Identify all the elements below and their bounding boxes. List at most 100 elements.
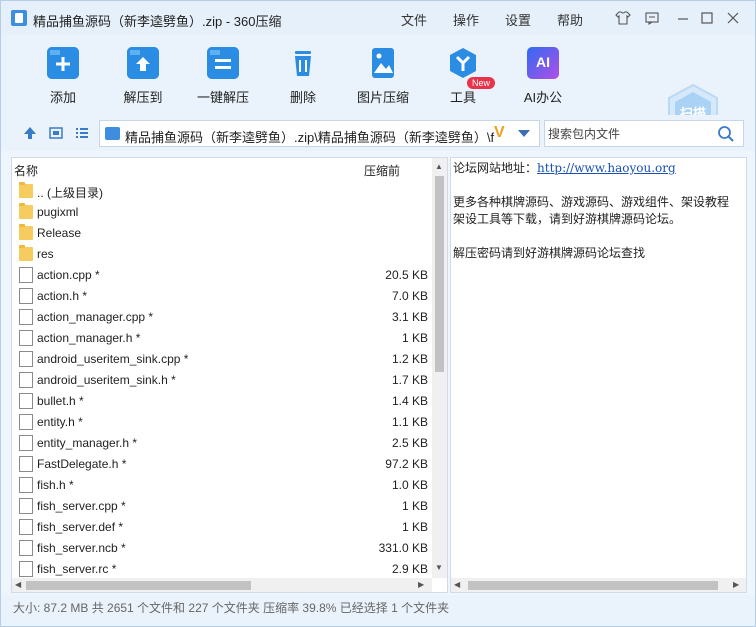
file-name: action.h * [37,289,88,303]
ai-office-button[interactable]: AI AI办公 [506,47,580,106]
folder-row[interactable]: res [12,243,432,264]
comment-line-4: 解压密码请到好游棋牌源码论坛查找 [453,246,646,260]
file-row[interactable]: android_useritem_sink.h * 1.7 KB [12,369,432,390]
new-badge: New [467,77,496,89]
folder-icon [19,245,33,261]
one-click-extract-label: 一键解压 [196,90,249,105]
file-size: 1 KB [401,331,428,345]
search-box[interactable] [544,120,744,147]
feedback-icon[interactable] [644,10,660,26]
v-check-icon: V [494,124,505,141]
image-compress-label: 图片压缩 [356,90,409,105]
file-name: res [37,247,54,261]
menu-file[interactable]: 文件 [401,10,427,29]
up-level-icon[interactable] [23,126,37,140]
file-row[interactable]: fish_server.ncb * 331.0 KB [12,537,432,558]
file-size: 1.1 KB [391,415,428,429]
file-row[interactable]: entity_manager.h * 2.5 KB [12,432,432,453]
file-icon [19,477,33,493]
menu-help[interactable]: 帮助 [557,10,583,29]
file-icon [19,393,33,409]
file-name: fish_server.cpp * [37,499,126,513]
scroll-up-icon[interactable]: ▲ [435,162,443,172]
toolbar: 添加 解压到 一键解压 删除 图片压缩 工具 New AI AI办公 扫描 [1,35,755,143]
file-icon [19,372,33,388]
folder-row[interactable]: pugixml [12,201,432,222]
tools-icon [447,47,479,79]
file-icon [19,540,33,556]
file-size: 20.5 KB [385,268,428,282]
file-row[interactable]: action_manager.h * 1 KB [12,327,432,348]
file-name: action_manager.cpp * [37,310,154,324]
address-bar[interactable]: 精品捕鱼源码（新李逵劈鱼）.zip\精品捕鱼源码（新李逵劈鱼）\fish_ V [99,120,540,147]
file-row[interactable]: action.h * 7.0 KB [12,285,432,306]
file-row[interactable]: android_useritem_sink.cpp * 1.2 KB [12,348,432,369]
hscroll-thumb[interactable] [26,581,251,590]
file-row[interactable]: bullet.h * 1.4 KB [12,390,432,411]
comment-line-1: 论坛网站地址：http://www.haoyou.org [453,160,746,177]
scroll-right-icon[interactable]: ▶ [418,580,424,590]
close-icon[interactable] [725,10,741,26]
scroll-down-icon[interactable]: ▼ [435,563,443,573]
file-row[interactable]: action.cpp * 20.5 KB [12,264,432,285]
file-row[interactable]: fish.h * 1.0 KB [12,474,432,495]
file-size: 3.1 KB [391,310,428,324]
file-row[interactable]: action_manager.cpp * 3.1 KB [12,306,432,327]
folder-icon [19,203,33,219]
file-name: Release [37,226,82,240]
file-icon [19,414,33,430]
menu-operate[interactable]: 操作 [453,10,479,29]
address-dropdown-icon[interactable] [518,130,530,137]
file-size: 97.2 KB [385,457,428,471]
skin-icon[interactable] [615,10,631,26]
app-logo-icon [11,10,27,26]
file-size: 1 KB [401,499,428,513]
comment-hscrollbar[interactable]: ◀ ▶ [451,578,746,592]
window-title: 精品捕鱼源码（新李逵劈鱼）.zip - 360压缩 [33,14,282,29]
forum-address-label: 论坛网站地址： [453,161,538,175]
comment-scroll-right-icon[interactable]: ▶ [733,580,739,590]
file-icon [19,456,33,472]
menu-settings[interactable]: 设置 [505,10,531,29]
file-row[interactable]: FastDelegate.h * 97.2 KB [12,453,432,474]
col-name-header[interactable]: 名称 [14,162,38,179]
search-icon[interactable] [717,125,735,143]
folder-row[interactable]: Release [12,222,432,243]
image-compress-button[interactable]: 图片压缩 [346,47,420,106]
file-name: fish.h * [37,478,74,492]
thumbnail-view-icon[interactable] [49,126,63,140]
one-click-extract-button[interactable]: 一键解压 [186,47,260,106]
add-button[interactable]: 添加 [26,47,100,106]
folder-row[interactable]: .. (上级目录) [12,180,432,201]
comment-hscroll-thumb[interactable] [468,581,718,590]
scroll-left-icon[interactable]: ◀ [15,580,21,590]
file-icon [19,561,33,577]
file-size: 7.0 KB [391,289,428,303]
file-icon [19,435,33,451]
file-row[interactable]: fish_server.rc * 2.9 KB [12,558,432,579]
app-window: 精品捕鱼源码（新李逵劈鱼）.zip - 360压缩 文件 操作 设置 帮助 添加 [0,0,756,627]
archive-comment-pane: 论坛网站地址：http://www.haoyou.org 更多各种棋牌源码、游戏… [450,157,747,593]
file-list-hscrollbar[interactable]: ◀ ▶ [12,578,432,592]
extract-to-button[interactable]: 解压到 [106,47,180,106]
file-icon [19,351,33,367]
file-row[interactable]: fish_server.cpp * 1 KB [12,495,432,516]
list-view-icon[interactable] [75,126,89,140]
minimize-icon[interactable] [675,10,691,26]
file-row[interactable]: fish_server.def * 1 KB [12,516,432,537]
file-row[interactable]: entity.h * 1.1 KB [12,411,432,432]
maximize-icon[interactable] [699,10,715,26]
file-name: android_useritem_sink.h * [37,373,176,387]
file-list-vscrollbar[interactable]: ▲ ▼ [432,158,447,578]
col-size-header[interactable]: 压缩前 [364,162,400,179]
file-size: 2.9 KB [391,562,428,576]
delete-button[interactable]: 删除 [266,47,340,106]
vscroll-thumb[interactable] [435,176,444,372]
file-name: action_manager.h * [37,331,141,345]
file-size: 1.4 KB [391,394,428,408]
file-list-header: 名称 压缩前 [12,158,447,180]
comment-scroll-left-icon[interactable]: ◀ [454,580,460,590]
search-input[interactable] [545,121,715,146]
forum-link[interactable]: http://www.haoyou.org [537,161,676,175]
ai-office-icon: AI [527,47,559,79]
